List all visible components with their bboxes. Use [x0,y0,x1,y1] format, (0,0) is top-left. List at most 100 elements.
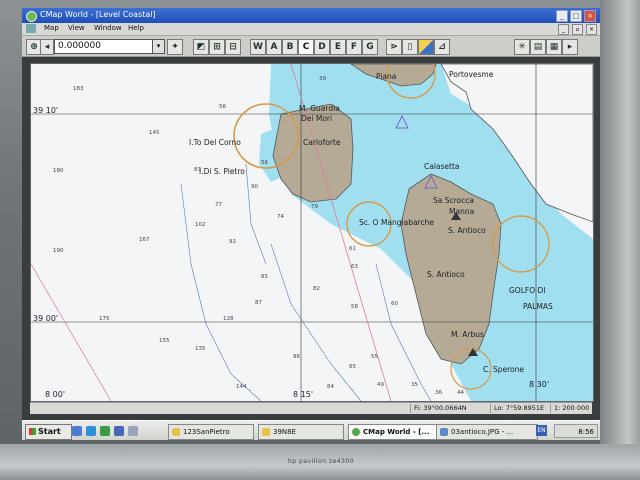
document-icon[interactable] [26,24,36,33]
folder-icon [172,428,180,436]
coordinate-label-lat-39-10: 39 10' [33,106,59,115]
depth-contour [245,163,267,265]
place-label-palmas: PALMAS [523,302,553,311]
task-03antioco[interactable]: 03antioco.JPG - ... [436,424,538,440]
depth-sounding: 145 [149,130,160,136]
app-icon [26,11,37,22]
place-label-manna: Manna [449,207,475,216]
depth-sounding: 144 [236,384,247,390]
next-icon[interactable]: ▸ [562,39,578,55]
depth-sounding: 167 [139,237,150,243]
laptop-brand-label: hp pavilion ze4300 [288,458,355,465]
start-button[interactable]: Start [25,424,72,440]
depth-sounding: 92 [229,239,236,245]
menu-view[interactable]: View [68,24,85,32]
window-title-bar[interactable]: CMap World - [Level Coastal] _ □ × [22,8,600,23]
menu-help[interactable]: Help [128,24,144,32]
depth-sounding: 87 [255,300,262,306]
level-g-button[interactable]: G [362,39,378,55]
status-bar: Fi: 39°00.0664N Lo: 7°59.8951E 1: 200 00… [30,402,592,414]
palette-icon[interactable] [418,39,434,55]
media-icon[interactable] [128,426,138,436]
menu-map[interactable]: Map [44,24,59,32]
level-e-button[interactable]: E [330,39,346,55]
doc-restore-button[interactable]: ▫ [572,24,583,35]
measure-icon[interactable]: ⊿ [434,39,450,55]
start-label: Start [38,427,61,436]
depth-sounding: 175 [99,316,110,322]
level-f-button[interactable]: F [346,39,362,55]
zoom-in-icon[interactable]: ⊞ [209,39,225,55]
close-button[interactable]: × [584,10,596,22]
place-label-guardia: M. Guardia [299,104,340,113]
word-icon[interactable] [114,426,124,436]
compass-icon[interactable]: ✳ [514,39,530,55]
task-label: 03antioco.JPG - ... [451,428,514,436]
cmap-icon [352,428,360,436]
task-39n8e[interactable]: 39N8E [258,424,344,440]
navigate-icon[interactable]: ✦ [167,39,183,55]
menu-window[interactable]: Window [94,24,122,32]
depth-sounding: 79 [311,204,318,210]
taskbar: Start 123SanPietro 39N8E CMap World - [.… [22,420,600,440]
depth-sounding: 102 [195,222,206,228]
maximize-button[interactable]: □ [570,10,582,22]
zoom-area-icon[interactable]: ◩ [193,39,209,55]
laptop-bezel-edge [600,0,640,480]
depth-sounding: 36 [435,390,442,396]
excel-icon[interactable] [100,426,110,436]
window-title: CMap World - [Level Coastal] [40,10,156,19]
level-a-button[interactable]: A [266,39,282,55]
zoom-input[interactable]: 0.000000 [54,39,155,54]
language-icon[interactable]: EN [536,425,547,436]
place-label-dei-mori: Dei Mori [301,114,333,123]
browser-icon[interactable] [86,426,96,436]
coordinate-label-lat-8-00: 8 00' [45,390,66,399]
pan-icon[interactable]: ◂ [40,39,54,55]
clock[interactable]: 8:56 [554,424,598,438]
coordinate-label-lat-8-15: 8 15' [293,390,314,399]
minimize-button[interactable]: _ [556,10,568,22]
level-w-button[interactable]: W [250,39,266,55]
task-label: 39N8E [273,428,297,436]
place-label-mangiabarche: Sc. O Mangiabarche [359,218,434,227]
place-label-s-antioco-1: S. Antioco [448,226,486,235]
depth-sounding: 56 [261,160,268,166]
depth-sounding: 77 [215,202,222,208]
place-label-m-arbus: M. Arbus [451,330,484,339]
level-d-button[interactable]: D [314,39,330,55]
place-label-piana: Piana [376,72,397,81]
task-123sanpietro[interactable]: 123SanPietro [168,424,254,440]
depth-sounding: 63 [351,264,358,270]
zoom-dropdown-button[interactable]: ▾ [152,39,165,54]
settings-icon[interactable]: ▦ [546,39,562,55]
place-label-calasetta: Calasetta [424,162,460,171]
windows-logo-icon [29,428,36,435]
status-longitude: Lo: 7°59.8951E [490,404,544,413]
task-cmap-world[interactable]: CMap World - [... [348,424,446,440]
depth-sounding: 74 [277,214,284,220]
depth-sounding: 90 [251,184,258,190]
doc-minimize-button[interactable]: _ [558,24,569,35]
page-icon[interactable]: ▯ [402,39,418,55]
nautical-chart[interactable]: Piana Portovesme M. Guardia Dei Mori Carlofo… [30,63,594,402]
level-c-button[interactable]: C [298,39,314,55]
depth-sounding: 60 [391,301,398,307]
place-label-s-antioco-2: S. Antioco [427,270,465,279]
coordinate-label-lat-39-00: 39 00' [33,314,59,323]
place-label-isola-corno: I.To Del Corno [189,138,241,147]
depth-sounding: 96 [293,354,300,360]
route-icon[interactable]: ⋗ [386,39,402,55]
doc-close-button[interactable]: × [586,24,597,35]
desktop-icon[interactable] [72,426,82,436]
depth-contour [270,243,362,401]
coordinate-label-lat-8-30: 8 30' [529,380,550,389]
depth-sounding: 39 [319,76,326,82]
level-b-button[interactable]: B [282,39,298,55]
laptop-screen: CMap World - [Level Coastal] _ □ × Map V… [22,8,600,440]
print-icon[interactable]: ▤ [530,39,546,55]
depth-sounding: 44 [457,390,464,396]
zoom-out-icon[interactable]: ⊟ [225,39,241,55]
task-label: CMap World - [... [363,428,430,436]
route-line [31,263,112,401]
